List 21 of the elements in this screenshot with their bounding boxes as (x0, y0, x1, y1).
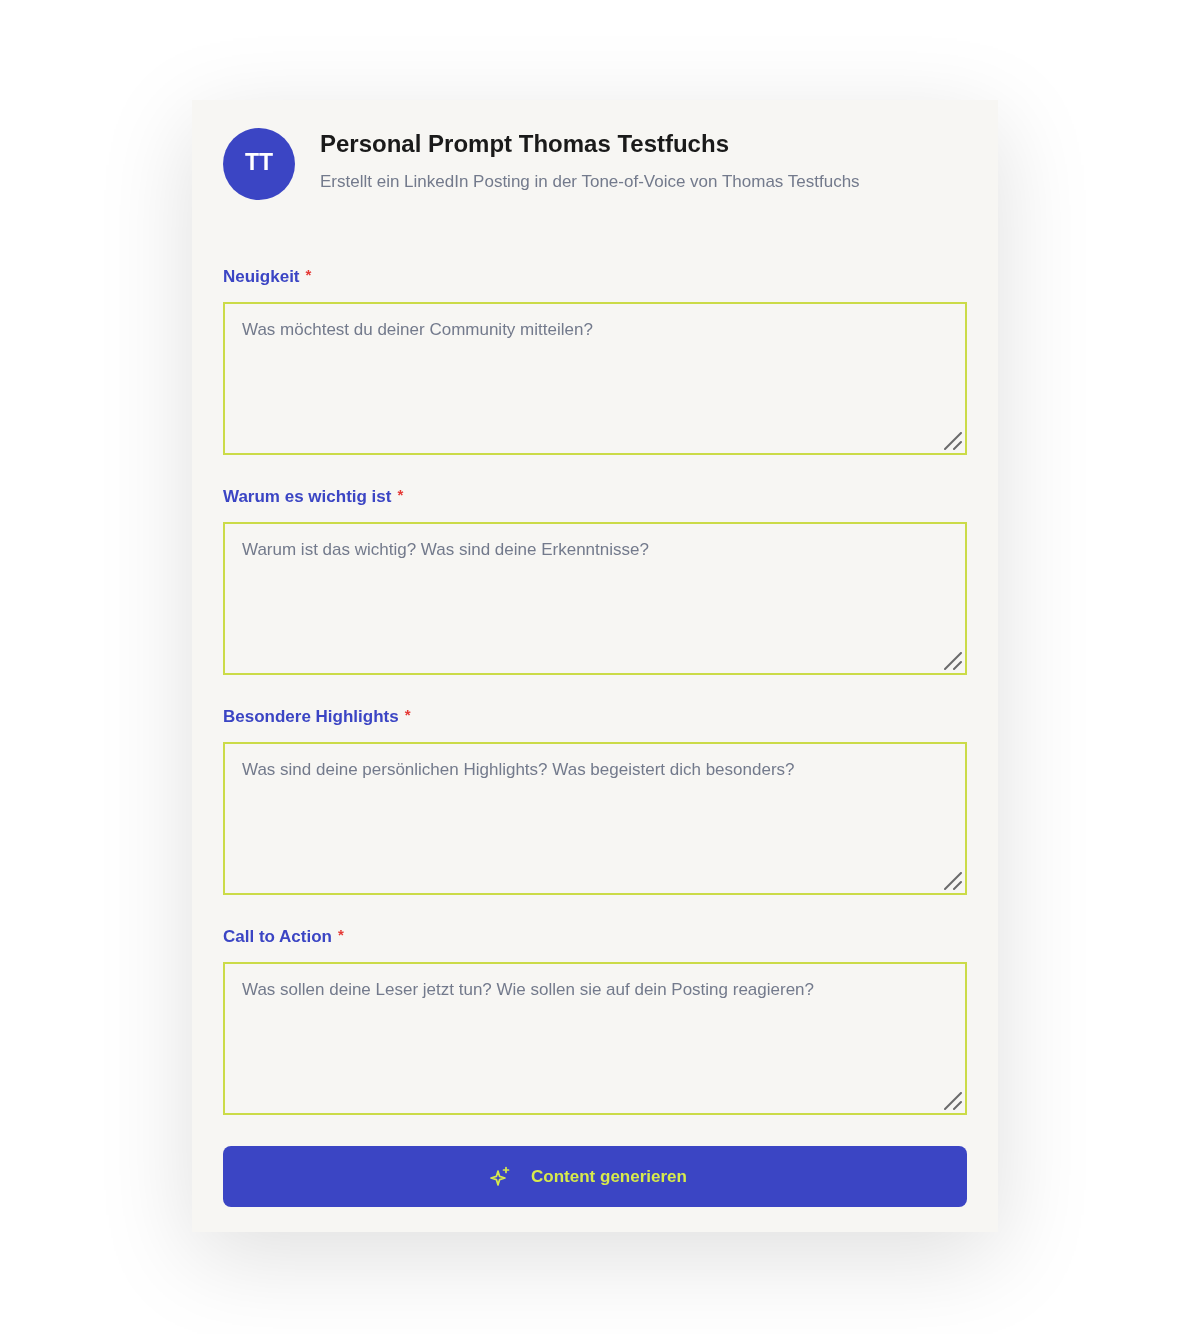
text-area[interactable]: Was sind deine persönlichen Highlights? Was begeistert dich besonders? (223, 742, 967, 895)
resize-grip-icon[interactable] (944, 432, 962, 450)
sparkle-icon (489, 1165, 512, 1188)
text-area[interactable]: Was möchtest du deiner Community mitteilen? (223, 302, 967, 455)
field-label: Warum es wichtig ist (223, 486, 392, 508)
field-label: Neuigkeit (223, 266, 300, 288)
prompt-title: Personal Prompt Thomas Testfuchs (320, 129, 730, 159)
avatar: TT (223, 128, 295, 200)
prompt-description: Erstellt ein LinkedIn Posting in der Tone-of-Voice von Thomas Testfuchs (320, 171, 860, 193)
resize-grip-icon[interactable] (944, 872, 962, 890)
resize-grip-icon[interactable] (944, 1092, 962, 1110)
text-area[interactable]: Was sollen deine Leser jetzt tun? Wie sollen sie auf dein Posting reagieren? (223, 962, 967, 1115)
generate-content-button[interactable]: Content generieren (223, 1146, 967, 1207)
required-asterisk: * (337, 926, 344, 944)
field-label: Besondere Highlights (223, 706, 399, 728)
text-area[interactable]: Warum ist das wichtig? Was sind deine Erkenntnisse? (223, 522, 967, 675)
required-asterisk: * (397, 486, 404, 504)
required-asterisk: * (305, 266, 312, 284)
resize-grip-icon[interactable] (944, 652, 962, 670)
field-label: Call to Action (223, 926, 332, 948)
required-asterisk: * (404, 706, 411, 724)
